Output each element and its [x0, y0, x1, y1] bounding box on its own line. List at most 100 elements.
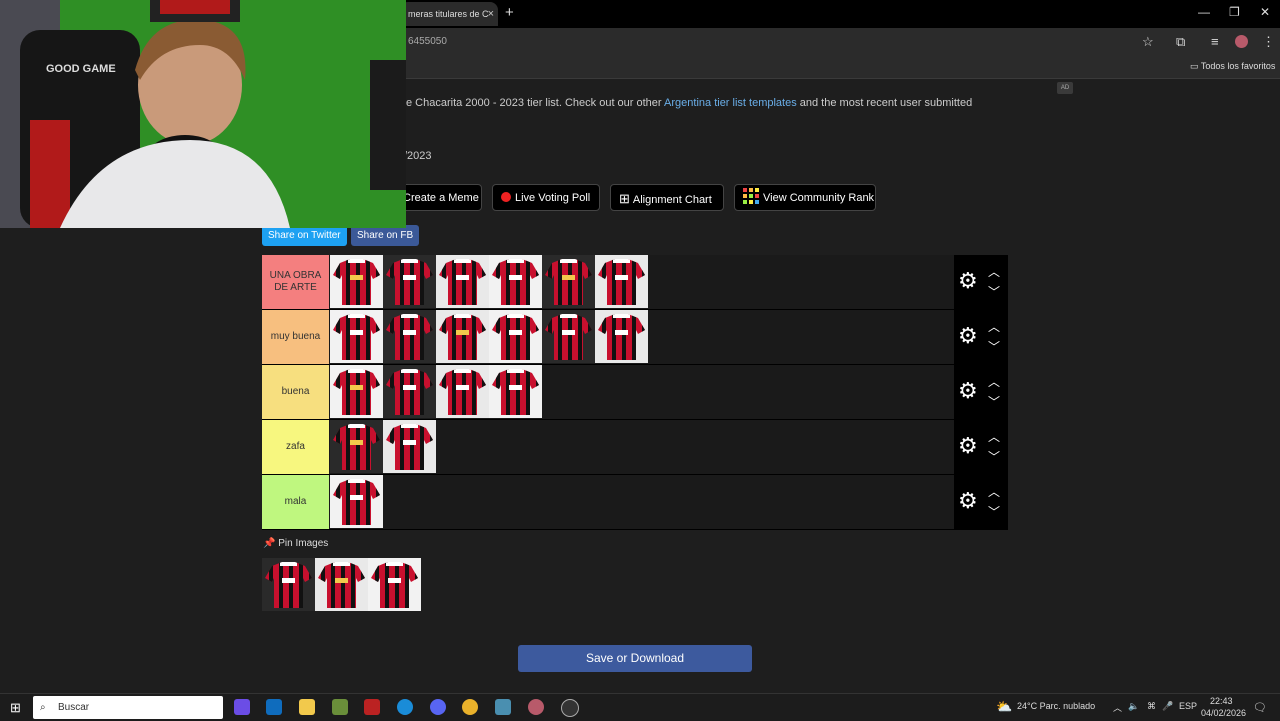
jersey-image[interactable] — [262, 558, 315, 611]
share-twitter-button[interactable]: Share on Twitter — [262, 225, 347, 246]
jersey-image[interactable] — [330, 255, 383, 308]
obs-icon[interactable] — [561, 699, 579, 717]
chrome-icon[interactable] — [462, 699, 478, 715]
browser-tab[interactable]: meras titulares de C × — [400, 2, 498, 26]
tier-list-table: UNA OBRA DE ARTE ⚙ ︿ ﹀ muy buena ⚙ ︿ ﹀ b… — [262, 255, 1008, 530]
chevron-down-icon[interactable]: ﹀ — [988, 283, 1000, 300]
gear-icon[interactable]: ⚙ — [958, 268, 978, 294]
bookmark-folder[interactable]: ▭ Todos los favoritos — [1190, 61, 1275, 72]
discord-icon[interactable] — [430, 699, 446, 715]
copilot-icon[interactable] — [234, 699, 250, 715]
tier-controls: ⚙ ︿ ﹀ — [954, 475, 1008, 529]
grid-icon: ⊞ — [619, 191, 630, 206]
ad-badge[interactable]: AD — [1057, 82, 1073, 94]
tier-row: muy buena ⚙ ︿ ﹀ — [262, 310, 1008, 365]
tier-label[interactable]: mala — [262, 475, 329, 529]
tier-label[interactable]: buena — [262, 365, 329, 419]
speaker-icon[interactable]: 🔈 — [1128, 701, 1139, 712]
chrome-profile-icon[interactable] — [528, 699, 544, 715]
media-icon[interactable]: ≡ — [1211, 34, 1219, 49]
jersey-image[interactable] — [489, 310, 542, 363]
tray-chevron-icon[interactable]: ︿ — [1113, 701, 1122, 714]
jersey-image[interactable] — [330, 310, 383, 363]
pin-icon: 📌 — [263, 538, 276, 549]
chevron-up-icon[interactable]: ︿ — [988, 428, 1000, 445]
jersey-image[interactable] — [436, 255, 489, 308]
pin-images-label[interactable]: 📌 Pin Images — [263, 538, 328, 549]
tab-title: meras titulares de C — [408, 9, 489, 19]
jersey-image[interactable] — [383, 310, 436, 363]
jersey-image[interactable] — [383, 420, 436, 473]
jersey-image[interactable] — [383, 365, 436, 418]
gear-icon[interactable]: ⚙ — [958, 488, 978, 514]
jersey-image[interactable] — [330, 420, 383, 473]
live-voting-poll-button[interactable]: Live Voting Poll — [492, 184, 600, 211]
extensions-icon[interactable]: ⧉ — [1176, 34, 1185, 50]
windows-start-icon[interactable]: ⊞ — [10, 700, 21, 716]
create-meme-button[interactable]: Create a Meme — [394, 184, 482, 211]
chevron-up-icon[interactable]: ︿ — [988, 263, 1000, 280]
jersey-image[interactable] — [542, 310, 595, 363]
jersey-image[interactable] — [542, 255, 595, 308]
edge-icon[interactable] — [397, 699, 413, 715]
argentina-templates-link[interactable]: Argentina tier list templates — [664, 97, 797, 109]
gear-icon[interactable]: ⚙ — [958, 378, 978, 404]
bookmark-folder-label: Todos los favoritos — [1200, 61, 1276, 71]
file-explorer-icon[interactable] — [299, 699, 315, 715]
view-community-rank-button[interactable]: View Community Rank — [734, 184, 876, 211]
jersey-image[interactable] — [436, 365, 489, 418]
jersey-image[interactable] — [330, 475, 383, 528]
microphone-icon[interactable]: 🎤 — [1162, 701, 1173, 712]
pinned-images — [262, 558, 421, 611]
restore-icon[interactable]: ❐ — [1229, 5, 1240, 19]
tier-label[interactable]: UNA OBRA DE ARTE — [262, 255, 329, 309]
chevron-down-icon[interactable]: ﹀ — [988, 448, 1000, 465]
jersey-image[interactable] — [595, 310, 648, 363]
svg-text:GOOD GAME: GOOD GAME — [46, 63, 116, 75]
share-facebook-button[interactable]: Share on FB — [351, 225, 420, 246]
save-download-button[interactable]: Save or Download — [518, 645, 752, 672]
app-icon[interactable] — [364, 699, 380, 715]
star-bookmark-icon[interactable]: ☆ — [1142, 34, 1154, 50]
gear-icon[interactable]: ⚙ — [958, 323, 978, 349]
notepad-icon[interactable] — [495, 699, 511, 715]
profile-avatar[interactable] — [1235, 35, 1248, 48]
new-tab-button[interactable]: + — [505, 4, 514, 22]
language-indicator[interactable]: ESP — [1179, 701, 1197, 711]
jersey-image[interactable] — [368, 558, 421, 611]
clock-date[interactable]: 04/02/2026 — [1201, 708, 1246, 718]
notification-icon[interactable]: 🗨 — [1253, 701, 1267, 714]
clock-time[interactable]: 22:43 — [1210, 696, 1233, 706]
folder-icon: ▭ — [1190, 61, 1199, 71]
community-label: View Community Rank — [763, 192, 875, 204]
minecraft-icon[interactable] — [332, 699, 348, 715]
minimize-icon[interactable]: — — [1198, 5, 1210, 19]
menu-icon[interactable]: ⋮ — [1262, 34, 1275, 50]
tier-controls: ⚙ ︿ ﹀ — [954, 420, 1008, 474]
chevron-down-icon[interactable]: ﹀ — [988, 393, 1000, 410]
chevron-up-icon[interactable]: ︿ — [988, 318, 1000, 335]
jersey-image[interactable] — [489, 255, 542, 308]
chevron-up-icon[interactable]: ︿ — [988, 483, 1000, 500]
url-text[interactable]: 6455050 — [408, 36, 447, 47]
taskbar-search-input[interactable]: ⌕ Buscar — [33, 696, 223, 719]
jersey-image[interactable] — [330, 365, 383, 418]
weather-text[interactable]: 24°C Parc. nublado — [1017, 701, 1095, 711]
outlook-icon[interactable] — [266, 699, 282, 715]
chevron-down-icon[interactable]: ﹀ — [988, 503, 1000, 520]
jersey-image[interactable] — [383, 255, 436, 308]
network-icon[interactable]: ⌘ — [1147, 701, 1156, 712]
close-tab-icon[interactable]: × — [488, 2, 494, 26]
jersey-image[interactable] — [436, 310, 489, 363]
jersey-image[interactable] — [315, 558, 368, 611]
close-window-icon[interactable]: ✕ — [1260, 5, 1270, 19]
jersey-image[interactable] — [489, 365, 542, 418]
chevron-up-icon[interactable]: ︿ — [988, 373, 1000, 390]
tier-controls: ⚙ ︿ ﹀ — [954, 310, 1008, 364]
jersey-image[interactable] — [595, 255, 648, 308]
gear-icon[interactable]: ⚙ — [958, 433, 978, 459]
chevron-down-icon[interactable]: ﹀ — [988, 338, 1000, 355]
tier-label[interactable]: zafa — [262, 420, 329, 474]
alignment-chart-button[interactable]: ⊞ Alignment Chart — [610, 184, 724, 211]
tier-label[interactable]: muy buena — [262, 310, 329, 364]
